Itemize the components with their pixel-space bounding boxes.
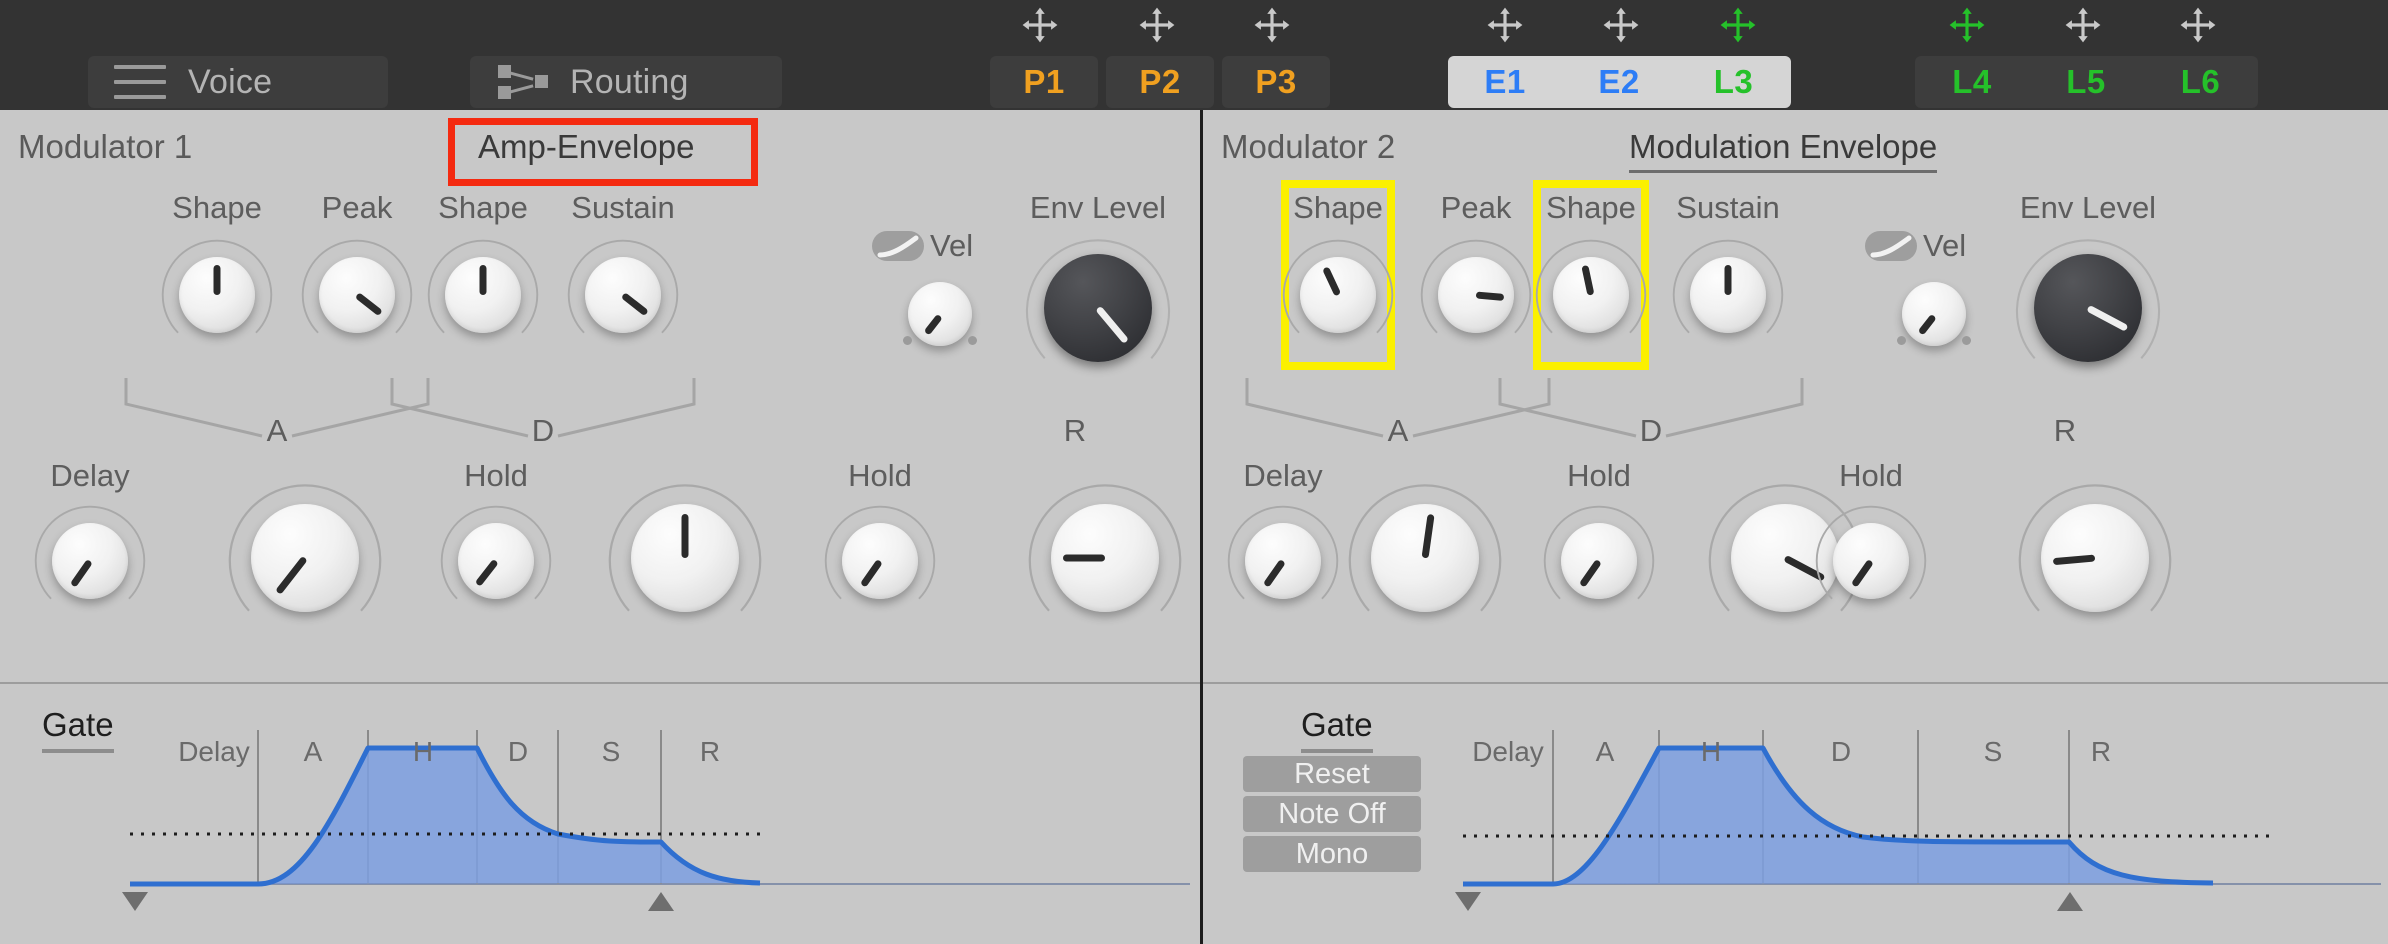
bracket-label-d-m1: D xyxy=(531,413,555,448)
move-cross-arrows-icon[interactable] xyxy=(1602,6,1640,44)
modulation-envelope-title[interactable]: Modulation Envelope xyxy=(1629,128,1938,173)
knob-label-sustain: Sustain xyxy=(571,190,675,225)
bracket-label-d-m2: D xyxy=(1639,413,1663,448)
modulator-1-panel: Modulator 1 Amp-Envelope Shape Peak Shap… xyxy=(0,110,1200,944)
stage-label-s: S xyxy=(1983,736,2003,767)
stage-label-r: R xyxy=(2090,736,2112,767)
top-toolbar: Voice Routing P1 P2 P3 E1 E2 L3 L4 L5 L6 xyxy=(0,0,2388,110)
knob-label-delay: Delay xyxy=(1243,458,1323,493)
hamburger-menu-icon xyxy=(114,65,166,99)
tab-l6[interactable]: L6 xyxy=(2143,56,2258,108)
tab-p1[interactable]: P1 xyxy=(990,56,1098,108)
move-cross-arrows-icon[interactable] xyxy=(2179,6,2217,44)
tab-group-e1-e2-l3: E1 E2 L3 xyxy=(1448,56,1791,108)
nav-button-voice[interactable]: Voice xyxy=(88,56,388,108)
knob-label-peak: Peak xyxy=(321,190,393,225)
stage-label-h: H xyxy=(1700,736,1722,767)
gate-end-marker[interactable] xyxy=(648,892,674,911)
tab-l3[interactable]: L3 xyxy=(1676,56,1791,108)
knob-label-peak: Peak xyxy=(1440,190,1512,225)
bracket-label-r-m1: R xyxy=(1063,413,1087,448)
tab-l4[interactable]: L4 xyxy=(1915,56,2029,108)
stage-label-d: D xyxy=(1830,736,1852,767)
knob-label-env-level: Env Level xyxy=(2019,190,2157,225)
stage-label-a: A xyxy=(1595,736,1615,767)
tab-group-p2: P2 xyxy=(1106,56,1214,108)
modulator-2-panel: Modulator 2 Modulation Envelope Shape Pe… xyxy=(1203,110,2388,944)
move-cross-arrows-icon[interactable] xyxy=(1948,6,1986,44)
bracket-label-a-m2: A xyxy=(1387,413,1409,448)
synth-envelope-editor: Voice Routing P1 P2 P3 E1 E2 L3 L4 L5 L6… xyxy=(0,0,2388,944)
velocity-label: Vel xyxy=(930,228,974,263)
stage-label-s: S xyxy=(601,736,621,767)
knob-label-hold: Hold xyxy=(848,458,912,493)
move-cross-arrows-icon[interactable] xyxy=(1486,6,1524,44)
knob-label-shape: Shape xyxy=(1546,190,1636,225)
modulator-1-title: Modulator 1 xyxy=(18,128,193,165)
tab-group-l4-l5-l6: L4 L5 L6 xyxy=(1915,56,2258,108)
modulation-envelope-graph[interactable]: Gate Reset Note Off Mono Delay A H D S R xyxy=(1203,684,2388,944)
stage-label-d: D xyxy=(507,736,529,767)
velocity-toggle-m1[interactable]: Vel xyxy=(872,228,973,264)
gate-end-marker[interactable] xyxy=(2057,892,2083,911)
gate-start-marker[interactable] xyxy=(1455,892,1481,911)
envelope-curve-m2 xyxy=(1463,730,2381,887)
stage-label-h: H xyxy=(412,736,434,767)
velocity-curve-icon xyxy=(1865,231,1917,261)
modulator-2-title: Modulator 2 xyxy=(1221,128,1396,165)
bracket-label-r-m2: R xyxy=(2053,413,2077,448)
nav-label-routing: Routing xyxy=(570,62,689,101)
tab-e1[interactable]: E1 xyxy=(1448,56,1562,108)
tab-group-p1: P1 xyxy=(990,56,1098,108)
stage-label-a: A xyxy=(303,736,323,767)
velocity-label: Vel xyxy=(1923,228,1967,263)
knob-label-hold: Hold xyxy=(1839,458,1903,493)
tab-e2[interactable]: E2 xyxy=(1562,56,1676,108)
knob-label-shape: Shape xyxy=(172,190,262,225)
knob-label-hold: Hold xyxy=(1567,458,1631,493)
amp-envelope-title[interactable]: Amp-Envelope xyxy=(478,128,694,170)
knob-label-delay: Delay xyxy=(50,458,130,493)
move-cross-arrows-icon[interactable] xyxy=(1021,6,1059,44)
stage-label-delay: Delay xyxy=(178,736,250,767)
move-cross-arrows-icon[interactable] xyxy=(1719,6,1757,44)
stage-label-r: R xyxy=(699,736,721,767)
envelope-curve-m1 xyxy=(130,730,1190,887)
knob-label-sustain: Sustain xyxy=(1676,190,1780,225)
knob-label-env-level: Env Level xyxy=(1029,190,1167,225)
velocity-toggle-m2[interactable]: Vel xyxy=(1865,228,1966,264)
move-cross-arrows-icon[interactable] xyxy=(1253,6,1291,44)
stage-label-delay: Delay xyxy=(1472,736,1544,767)
move-cross-arrows-icon[interactable] xyxy=(1138,6,1176,44)
knob-label-shape: Shape xyxy=(438,190,528,225)
knob-label-shape: Shape xyxy=(1293,190,1383,225)
knob-label-hold: Hold xyxy=(464,458,528,493)
nav-label-voice: Voice xyxy=(188,62,273,101)
nav-button-routing[interactable]: Routing xyxy=(470,56,782,108)
bracket-label-a-m1: A xyxy=(266,413,288,448)
velocity-curve-icon xyxy=(872,231,924,261)
tab-group-p3: P3 xyxy=(1222,56,1330,108)
tab-p2[interactable]: P2 xyxy=(1106,56,1214,108)
move-handle-row xyxy=(0,0,2388,56)
tab-l5[interactable]: L5 xyxy=(2029,56,2143,108)
tab-p3[interactable]: P3 xyxy=(1222,56,1330,108)
amp-envelope-graph[interactable]: Gate Delay A H D S R xyxy=(0,684,1200,944)
routing-node-icon xyxy=(496,63,548,101)
move-cross-arrows-icon[interactable] xyxy=(2064,6,2102,44)
gate-start-marker[interactable] xyxy=(122,892,148,911)
